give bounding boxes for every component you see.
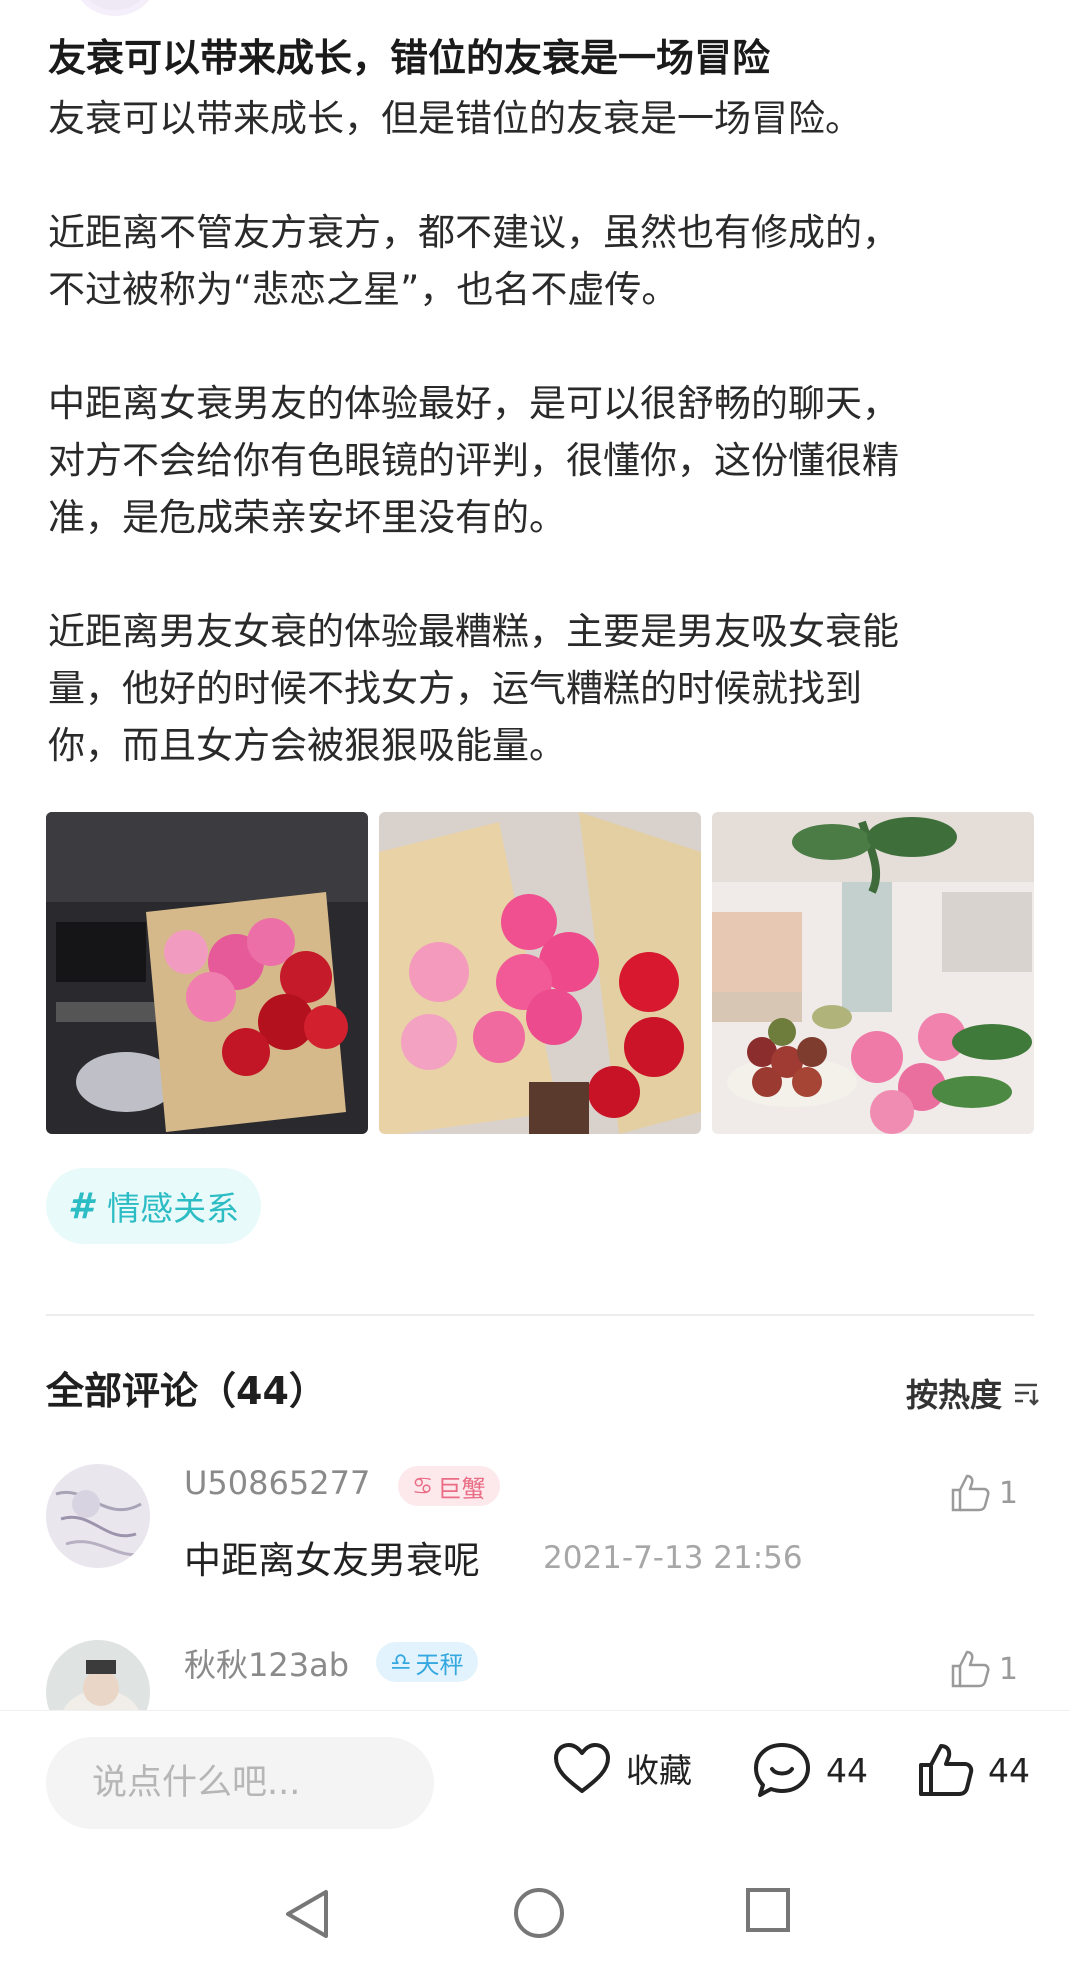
zodiac-label: 天秤 [415, 1650, 464, 1679]
post-paragraph-line: 不过被称为“悲恋之星”，也名不虚传。 [48, 268, 679, 311]
like-button[interactable]: 44 [916, 1741, 1030, 1799]
sort-icon [1015, 1383, 1039, 1406]
sort-by-hot-button[interactable]: 按热度 [906, 1370, 1040, 1416]
topic-tag-label: 情感关系 [107, 1189, 240, 1228]
system-navigation-bar [0, 1850, 1070, 1970]
post-paragraph-line: 友衰可以带来成长，但是错位的友衰是一场冒险。 [48, 97, 862, 140]
thumbs-up-icon [919, 1744, 974, 1796]
zodiac-badge: ♎ 天秤 [376, 1642, 478, 1682]
avatar[interactable] [46, 1640, 150, 1710]
top-avatar-fragment [80, 0, 150, 10]
post-paragraph-line: 近距离不管友方衰方，都不建议，虽然也有修成的， [48, 211, 899, 254]
photo-roses-in-car[interactable] [46, 812, 368, 1134]
comment-like-count: 1 [998, 1475, 1018, 1511]
photo-rose-bouquet[interactable] [379, 812, 701, 1134]
image-grid [46, 812, 1034, 1134]
comment-bubble-icon [754, 1743, 810, 1797]
thumbs-up-icon [951, 1474, 990, 1512]
topic-tag[interactable]: # 情感关系 [46, 1168, 262, 1244]
post-paragraph-line: 你，而且女方会被狠狠吸能量。 [48, 724, 566, 767]
divider [46, 1314, 1034, 1316]
zodiac-badge: ♋ 巨蟹 [398, 1466, 500, 1506]
comment-text: 中距离女友男衰呢 [184, 1539, 480, 1582]
post-title: 友衰可以带来成长，错位的友衰是一场冒险 [48, 36, 771, 80]
comment-input[interactable] [46, 1737, 434, 1829]
favorite-button[interactable]: 收藏 [552, 1741, 692, 1795]
libra-icon: ♎ [390, 1648, 412, 1676]
comments-title: 全部评论（44） [46, 1369, 327, 1413]
comment-item: U50865277 ♋ 巨蟹 中距离女友男衰呢 2021-7-13 21:56 … [46, 1464, 1036, 1594]
home-nav-icon[interactable] [512, 1886, 566, 1940]
recents-nav-icon[interactable] [744, 1886, 792, 1934]
post-paragraph-line: 量，他好的时候不找女方，运气糟糕的时候就找到 [48, 667, 862, 710]
comment-username[interactable]: U50865277 [184, 1464, 370, 1502]
thumbs-up-icon [951, 1650, 990, 1688]
comment-like-count: 1 [998, 1651, 1018, 1687]
zodiac-label: 巨蟹 [437, 1474, 486, 1503]
comment-username[interactable]: 秋秋123ab [184, 1640, 349, 1686]
comment-button[interactable]: 44 [752, 1741, 868, 1799]
comment-item: 秋秋123ab ♎ 天秤 1 [46, 1640, 1036, 1710]
post-paragraph-line: 中距离女衰男友的体验最好，是可以很舒畅的聊天， [48, 382, 899, 425]
comment-like-button[interactable]: 1 [949, 1472, 1018, 1514]
photo-flowers-and-lychees[interactable] [712, 812, 1034, 1134]
bottom-action-bar: 收藏 44 44 [0, 1710, 1070, 1851]
sort-label: 按热度 [905, 1376, 1002, 1414]
back-nav-icon[interactable] [282, 1886, 334, 1942]
post-paragraph-line: 近距离男友女衰的体验最糟糕，主要是男友吸女衰能 [48, 610, 899, 653]
like-count: 44 [988, 1750, 1030, 1790]
post-paragraph-line: 准，是危成荣亲安坏里没有的。 [48, 496, 566, 539]
post-paragraph-line: 对方不会给你有色眼镜的评判，很懂你，这份懂很精 [48, 439, 899, 482]
avatar[interactable] [46, 1464, 150, 1568]
favorite-label: 收藏 [626, 1751, 692, 1790]
cancer-icon: ♋ [412, 1472, 434, 1500]
comment-count: 44 [826, 1750, 868, 1790]
comment-time: 2021-7-13 21:56 [543, 1540, 803, 1576]
post-body: 友衰可以带来成长，但是错位的友衰是一场冒险。 近距离不管友方衰方，都不建议，虽然… [48, 90, 1028, 774]
comment-like-button[interactable]: 1 [949, 1648, 1018, 1690]
heart-icon [554, 1743, 610, 1793]
hash-icon: # [68, 1185, 94, 1227]
